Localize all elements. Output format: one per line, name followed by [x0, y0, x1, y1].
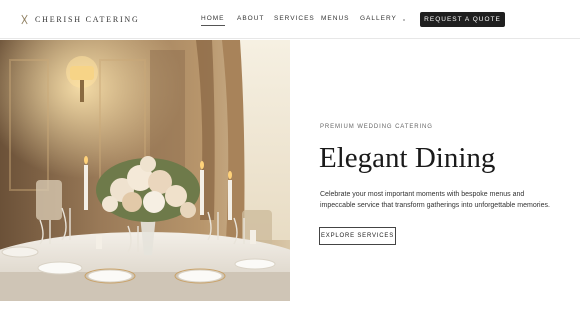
nav-about[interactable]: ABOUT — [237, 15, 264, 22]
request-quote-button[interactable]: REQUEST A QUOTE — [420, 12, 505, 27]
banquet-table-illustration — [0, 40, 290, 301]
explore-services-button[interactable]: EXPLORE SERVICES — [319, 227, 396, 245]
brand-name: CHERISH CATERING — [35, 15, 140, 24]
brand-logo[interactable]: CHERISH CATERING — [20, 14, 140, 25]
crossed-utensils-icon — [21, 14, 28, 25]
nav-services[interactable]: SERVICES — [274, 15, 315, 22]
hero-eyebrow: PREMIUM WEDDING CATERING — [320, 124, 433, 130]
site-header: CHERISH CATERING HOME ABOUT SERVICES MEN… — [0, 0, 580, 39]
nav-menus[interactable]: MENUS — [321, 15, 349, 22]
hero-image — [0, 40, 290, 301]
nav-gallery[interactable]: GALLERY — [360, 15, 397, 22]
nav-home[interactable]: HOME — [201, 15, 225, 26]
hero-title: Elegant Dining — [319, 142, 496, 174]
hero-description: Celebrate your most important moments wi… — [320, 191, 550, 209]
nav-divider-dot — [403, 19, 405, 21]
